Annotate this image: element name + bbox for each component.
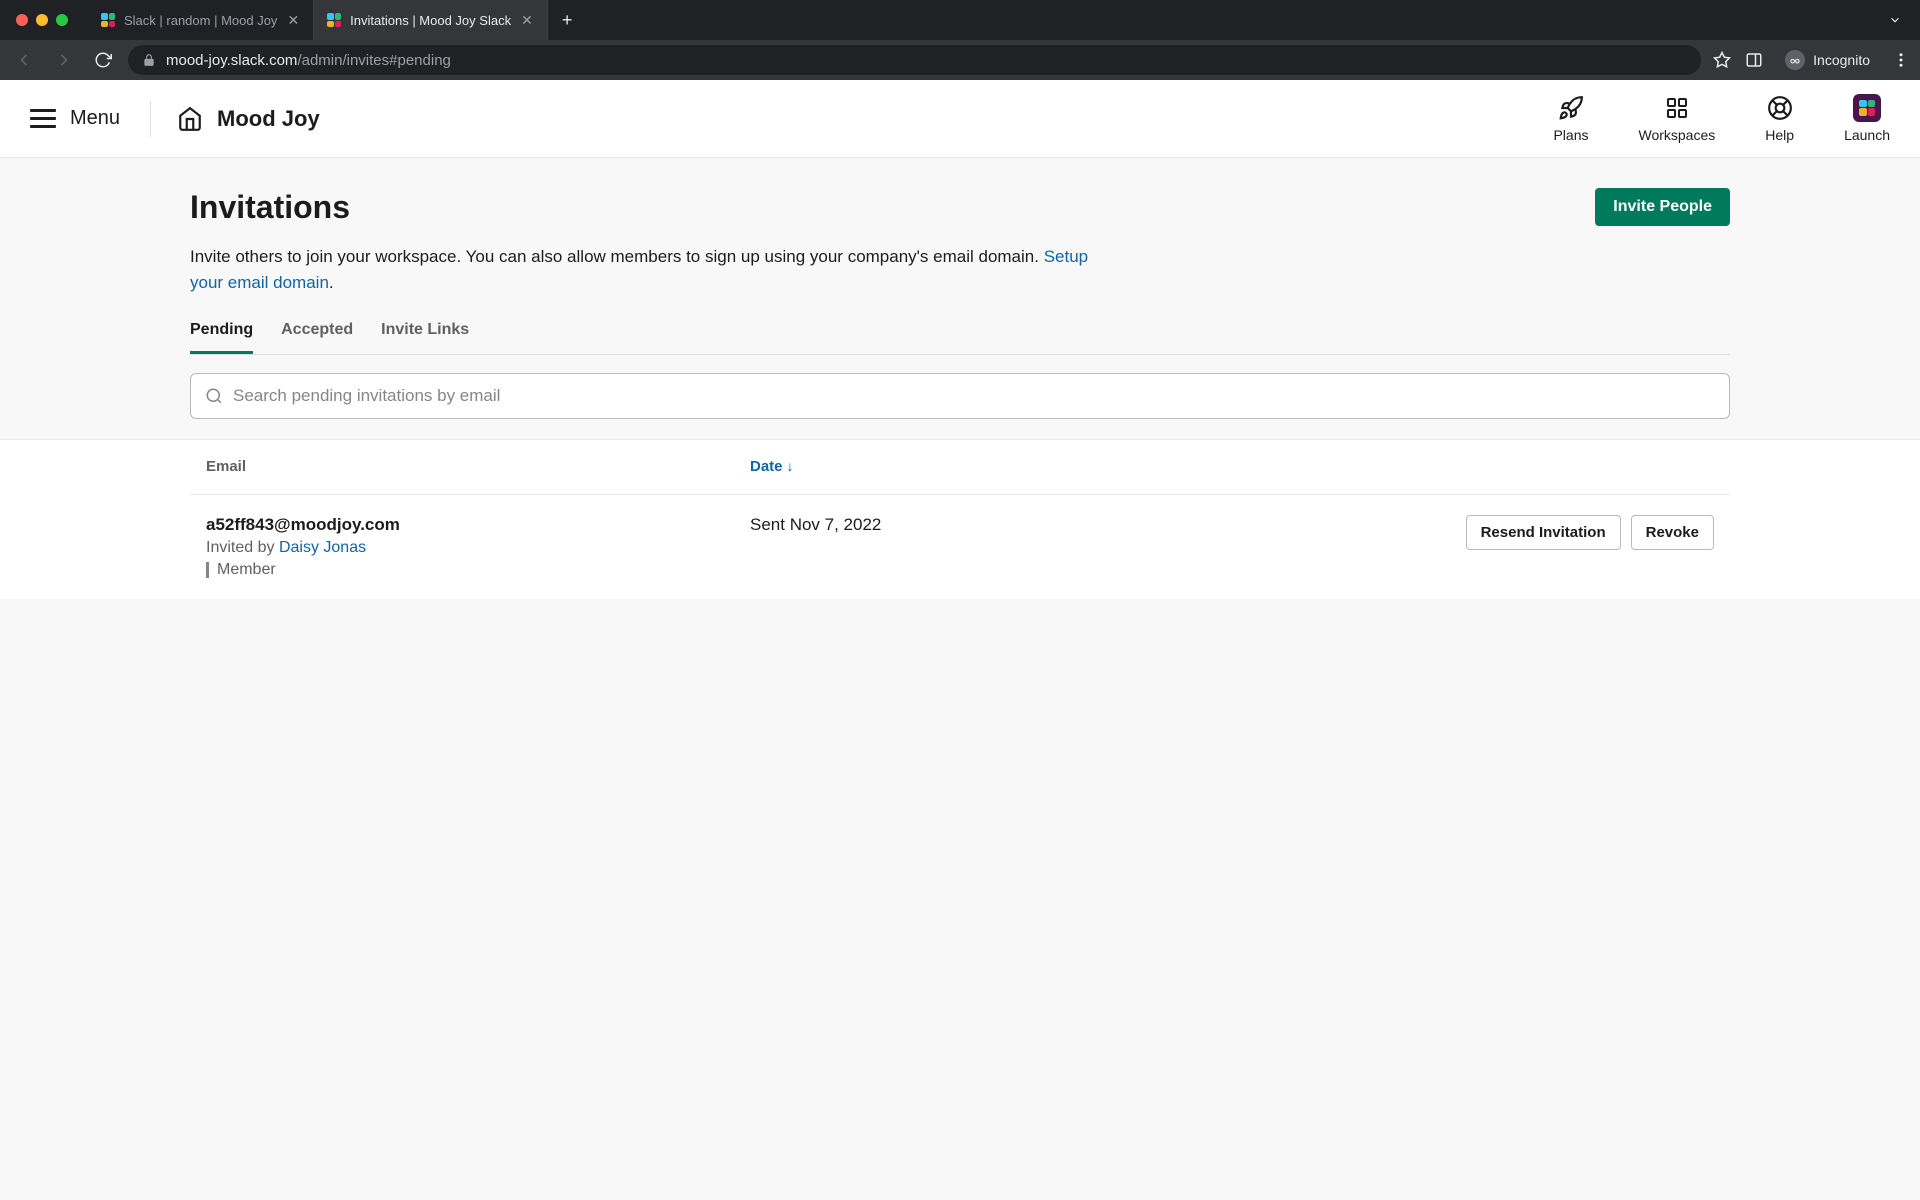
- divider: [150, 101, 151, 137]
- browser-tab-title: Slack | random | Mood Joy: [124, 13, 277, 28]
- browser-menu-icon[interactable]: [1892, 51, 1910, 69]
- launch-icon: [1853, 95, 1881, 121]
- search-icon: [205, 387, 223, 405]
- nav-label: Workspaces: [1638, 127, 1715, 143]
- invite-email: a52ff843@moodjoy.com: [206, 515, 750, 535]
- incognito-icon: [1785, 50, 1805, 70]
- invitation-tabs: Pending Accepted Invite Links: [190, 321, 1730, 355]
- browser-tab-strip: Slack | random | Mood Joy ✕ Invitations …: [0, 0, 1920, 40]
- browser-tab-title: Invitations | Mood Joy Slack: [350, 13, 511, 28]
- tab-pending[interactable]: Pending: [190, 321, 253, 354]
- bookmark-icon[interactable]: [1713, 51, 1731, 69]
- table-header: Email Date↓: [190, 440, 1730, 495]
- address-bar[interactable]: mood-joy.slack.com/admin/invites#pending: [128, 45, 1701, 75]
- sent-date: Sent Nov 7, 2022: [750, 515, 1150, 535]
- column-email[interactable]: Email: [206, 458, 246, 475]
- menu-button[interactable]: Menu: [30, 107, 150, 130]
- reload-button[interactable]: [90, 47, 116, 73]
- nav-label: Help: [1765, 127, 1794, 143]
- browser-tabs: Slack | random | Mood Joy ✕ Invitations …: [88, 0, 1878, 40]
- role-bar-icon: [206, 562, 209, 578]
- nav-label: Plans: [1553, 127, 1588, 143]
- close-tab-icon[interactable]: ✕: [519, 12, 535, 29]
- workspace-brand[interactable]: Mood Joy: [177, 106, 320, 132]
- minimize-window-button[interactable]: [36, 14, 48, 26]
- tab-list-dropdown-icon[interactable]: [1878, 13, 1912, 27]
- browser-toolbar: mood-joy.slack.com/admin/invites#pending…: [0, 40, 1920, 80]
- slack-favicon-icon: [326, 12, 342, 28]
- page-header: Invitations Invite People: [190, 188, 1730, 226]
- page-description: Invite others to join your workspace. Yo…: [190, 244, 1090, 295]
- tab-invite-links[interactable]: Invite Links: [381, 321, 469, 354]
- toolbar-right: Incognito: [1713, 46, 1910, 74]
- close-tab-icon[interactable]: ✕: [285, 12, 301, 29]
- sort-down-icon: ↓: [787, 458, 794, 474]
- incognito-badge[interactable]: Incognito: [1777, 46, 1878, 74]
- lock-icon: [142, 53, 156, 67]
- incognito-label: Incognito: [1813, 52, 1870, 68]
- back-button[interactable]: [10, 46, 38, 74]
- nav-workspaces[interactable]: Workspaces: [1638, 95, 1715, 143]
- maximize-window-button[interactable]: [56, 14, 68, 26]
- forward-button[interactable]: [50, 46, 78, 74]
- home-icon: [177, 106, 203, 132]
- table-row: a52ff843@moodjoy.com Invited by Daisy Jo…: [190, 495, 1730, 599]
- page-title: Invitations: [190, 189, 350, 226]
- nav-launch[interactable]: Launch: [1844, 95, 1890, 143]
- new-tab-button[interactable]: +: [548, 0, 587, 40]
- nav-help[interactable]: Help: [1765, 95, 1794, 143]
- app-header: Menu Mood Joy Plans Workspaces Help: [0, 80, 1920, 158]
- url-text: mood-joy.slack.com/admin/invites#pending: [166, 52, 451, 69]
- column-date-sort[interactable]: Date↓: [750, 458, 794, 475]
- close-window-button[interactable]: [16, 14, 28, 26]
- role-indicator: Member: [206, 561, 750, 579]
- role-label: Member: [217, 561, 276, 579]
- resend-invitation-button[interactable]: Resend Invitation: [1466, 515, 1621, 550]
- hamburger-icon: [30, 109, 56, 128]
- search-input[interactable]: [233, 386, 1715, 406]
- panel-icon[interactable]: [1745, 51, 1763, 69]
- browser-tab-inactive[interactable]: Slack | random | Mood Joy ✕: [88, 0, 314, 40]
- menu-label: Menu: [70, 107, 120, 130]
- browser-tab-active[interactable]: Invitations | Mood Joy Slack ✕: [314, 0, 548, 40]
- workspace-name: Mood Joy: [217, 106, 320, 132]
- search-container: [190, 373, 1730, 419]
- help-icon: [1767, 95, 1793, 121]
- window-controls: [16, 14, 68, 26]
- invitations-table: Email Date↓ a52ff843@moodjoy.com Invited…: [0, 439, 1920, 599]
- grid-icon: [1665, 95, 1689, 121]
- invite-people-button[interactable]: Invite People: [1595, 188, 1730, 226]
- slack-favicon-icon: [100, 12, 116, 28]
- page-container: Invitations Invite People Invite others …: [0, 158, 1920, 1200]
- rocket-icon: [1558, 95, 1584, 121]
- header-nav: Plans Workspaces Help Launch: [1553, 95, 1890, 143]
- tab-accepted[interactable]: Accepted: [281, 321, 353, 354]
- inviter-link[interactable]: Daisy Jonas: [279, 539, 366, 556]
- invited-by: Invited by Daisy Jonas: [206, 539, 750, 557]
- nav-plans[interactable]: Plans: [1553, 95, 1588, 143]
- revoke-button[interactable]: Revoke: [1631, 515, 1714, 550]
- nav-label: Launch: [1844, 127, 1890, 143]
